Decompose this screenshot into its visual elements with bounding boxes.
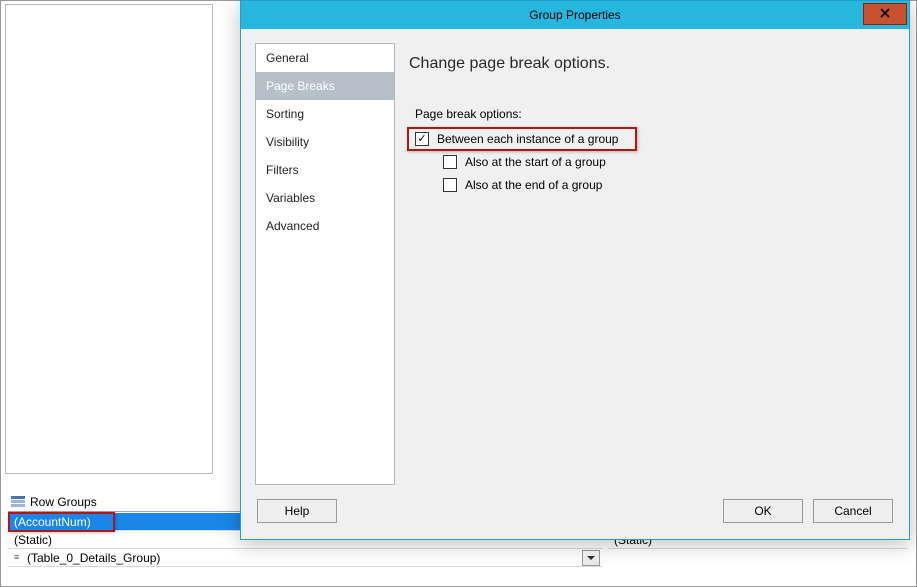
group-properties-dialog: Group Properties General Page Breaks Sor…	[240, 0, 910, 540]
row-group-details[interactable]: ≡ (Table_0_Details_Group)	[8, 549, 602, 567]
group-dropdown-button[interactable]	[582, 550, 600, 566]
row-groups-icon	[11, 496, 25, 508]
nav-filters[interactable]: Filters	[256, 156, 394, 184]
opt-start-checkbox[interactable]	[443, 155, 457, 169]
nav-general[interactable]: General	[256, 44, 394, 72]
section-label: Page break options:	[415, 107, 895, 121]
nav-page-breaks[interactable]: Page Breaks	[256, 72, 394, 100]
dialog-body: General Page Breaks Sorting Visibility F…	[241, 29, 909, 495]
nav-advanced[interactable]: Advanced	[256, 212, 394, 240]
design-canvas-placeholder	[5, 4, 213, 474]
nav-visibility[interactable]: Visibility	[256, 128, 394, 156]
dialog-title: Group Properties	[241, 8, 909, 22]
group-item-label: (Static)	[14, 533, 52, 547]
dialog-nav-list: General Page Breaks Sorting Visibility F…	[255, 43, 395, 485]
opt-between-row[interactable]: ✓ Between each instance of a group	[409, 129, 895, 149]
group-item-label: (Table_0_Details_Group)	[27, 549, 160, 567]
opt-start-label: Also at the start of a group	[465, 155, 606, 169]
close-icon	[880, 7, 890, 21]
page-heading: Change page break options.	[409, 55, 895, 73]
opt-start-row[interactable]: Also at the start of a group	[437, 152, 895, 172]
nav-sorting[interactable]: Sorting	[256, 100, 394, 128]
dialog-content-pane: Change page break options. Page break op…	[409, 43, 895, 485]
opt-between-label: Between each instance of a group	[437, 132, 618, 146]
help-button[interactable]: Help	[257, 499, 337, 523]
opt-end-row[interactable]: Also at the end of a group	[437, 175, 895, 195]
group-item-label: (AccountNum)	[14, 515, 91, 529]
ok-button[interactable]: OK	[723, 499, 803, 523]
close-button[interactable]	[863, 3, 907, 25]
chevron-down-icon	[587, 556, 595, 561]
opt-between-checkbox[interactable]: ✓	[415, 132, 429, 146]
dialog-footer: Help OK Cancel	[241, 495, 909, 539]
details-group-icon: ≡	[14, 553, 23, 562]
opt-end-label: Also at the end of a group	[465, 178, 602, 192]
opt-end-checkbox[interactable]	[443, 178, 457, 192]
nav-variables[interactable]: Variables	[256, 184, 394, 212]
row-groups-label: Row Groups	[30, 495, 97, 509]
cancel-button[interactable]: Cancel	[813, 499, 893, 523]
dialog-titlebar[interactable]: Group Properties	[241, 1, 909, 29]
